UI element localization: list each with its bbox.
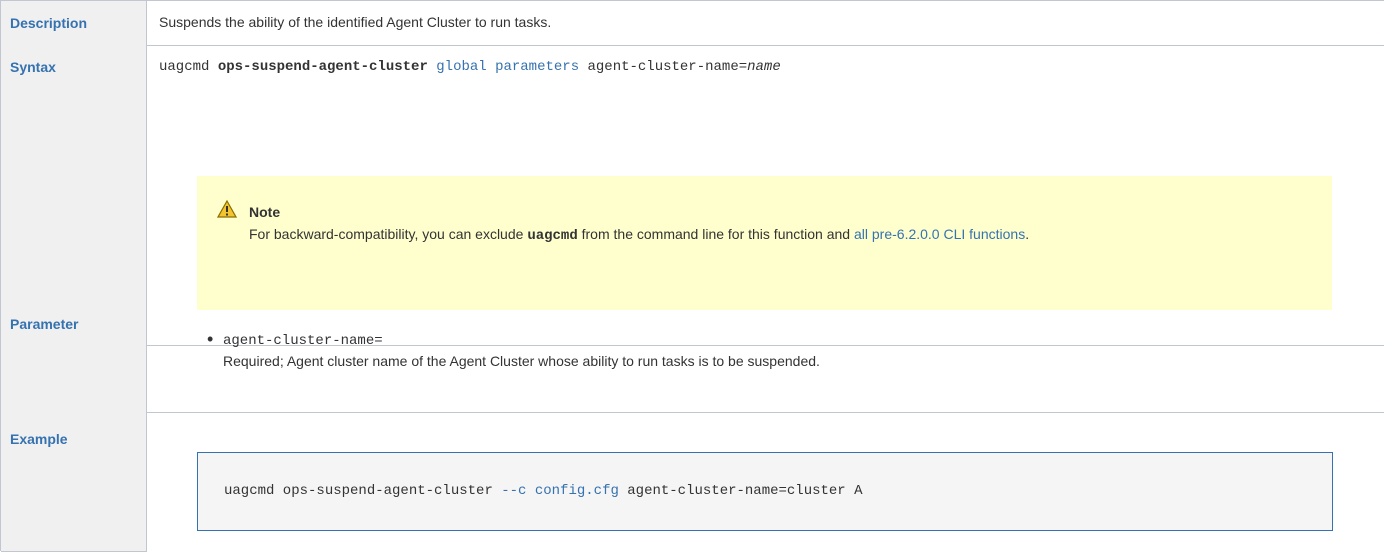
note-text-before: For backward-compatibility, you can excl… [249, 226, 528, 242]
example-code-after: agent-cluster-name=cluster A [618, 483, 863, 499]
description-cell: Suspends the ability of the identified A… [147, 1, 1384, 46]
example-code-before: uagcmd ops-suspend-agent-cluster [224, 483, 502, 499]
example-cell: uagcmd ops-suspend-agent-cluster --c con… [147, 412, 1384, 552]
warning-icon [217, 200, 237, 218]
syntax-argument-value: name [747, 59, 781, 75]
note-text-after: from the command line for this function … [577, 226, 854, 242]
parameter-header: Parameter [1, 301, 147, 413]
config-link[interactable]: --c config.cfg [501, 483, 619, 499]
note-title: Note [249, 204, 281, 220]
description-row: Description Suspends the ability of the … [1, 1, 1384, 46]
description-text: Suspends the ability of the identified A… [159, 14, 552, 30]
pre-620-cli-functions-link[interactable]: all pre-6.2.0.0 CLI functions [854, 226, 1025, 242]
global-parameters-link[interactable]: global parameters [436, 59, 579, 75]
syntax-command: uagcmd ops-suspend-agent-cluster global … [159, 59, 781, 75]
bullet-icon: • [207, 329, 214, 349]
example-code-line: uagcmd ops-suspend-agent-cluster --c con… [224, 483, 863, 499]
note-bold-code: uagcmd [527, 228, 578, 244]
parameter-description: Required; Agent cluster name of the Agen… [223, 353, 820, 369]
note-end: . [1025, 226, 1030, 242]
example-row: Example uagcmd ops-suspend-agent-cluster… [1, 412, 1384, 552]
example-header: Example [1, 412, 147, 552]
parameter-row: Parameter • agent-cluster-name= Required… [1, 301, 1384, 413]
note-panel: Note For backward-compatibility, you can… [197, 176, 1332, 310]
description-header: Description [1, 1, 147, 46]
parameter-name: agent-cluster-name= [223, 333, 383, 349]
cli-reference-table: Description Suspends the ability of the … [0, 0, 1384, 552]
syntax-argument: agent-cluster-name= [579, 59, 748, 75]
parameter-cell: • agent-cluster-name= Required; Agent cl… [147, 301, 1384, 413]
syntax-cmd: uagcmd [159, 59, 218, 75]
syntax-function-name: ops-suspend-agent-cluster [217, 59, 428, 75]
parameter-list: • agent-cluster-name= Required; Agent cl… [207, 330, 820, 371]
example-code-block: uagcmd ops-suspend-agent-cluster --c con… [197, 452, 1333, 531]
note-body: For backward-compatibility, you can excl… [249, 224, 1129, 246]
